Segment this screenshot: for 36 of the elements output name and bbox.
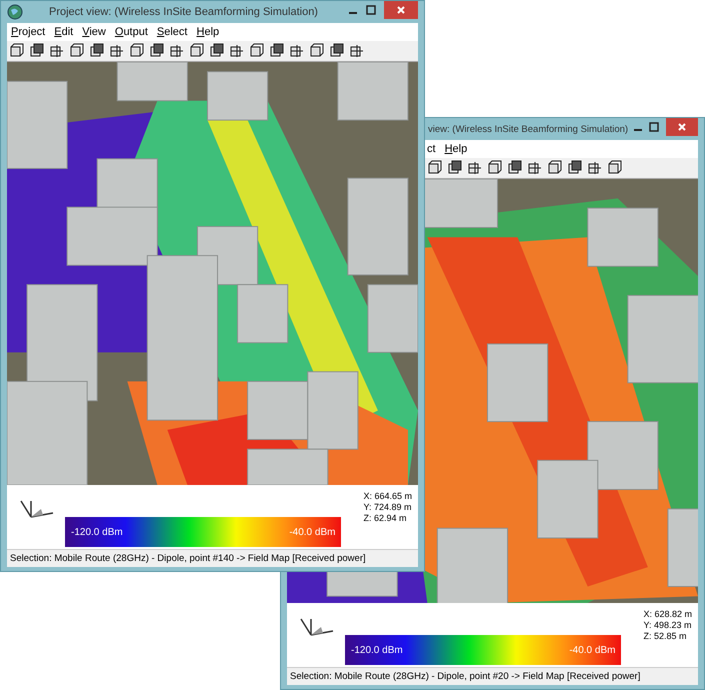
coordinate-readout: X: 628.82 m [643, 609, 692, 620]
menu-item[interactable]: ct [427, 143, 436, 155]
coordinate-readout: Y: 724.89 m [363, 502, 412, 513]
window-title: view: (Wireless InSite Beamforming Simulation) [428, 124, 628, 134]
menu-item[interactable]: Select [156, 26, 188, 38]
menu-item[interactable]: Help [444, 143, 468, 155]
status-text: Selection: Mobile Route (28GHz) - Dipole, point #140 -> Field Map [Received power] [10, 553, 366, 564]
coordinate-readout: X: 664.65 m [363, 491, 412, 502]
cube-outline-icon[interactable] [9, 43, 25, 59]
close-icon [677, 122, 687, 132]
maximize-icon[interactable] [649, 122, 659, 132]
building [207, 71, 268, 121]
close-icon [396, 5, 406, 15]
window-title: Project view: (Wireless InSite Beamforming Simulation) [48, 6, 319, 18]
menu-item[interactable]: Help [196, 26, 220, 38]
menu-item[interactable]: Output [114, 26, 148, 38]
building [587, 208, 658, 267]
close-button[interactable] [666, 118, 698, 136]
close-button[interactable] [384, 1, 418, 19]
menu-item[interactable]: Edit [54, 26, 74, 38]
building [247, 380, 308, 440]
scale-max-label: -40.0 dBm [289, 526, 336, 538]
maximize-icon[interactable] [366, 5, 376, 15]
building [237, 284, 288, 344]
coordinate-readout: Z: 62.94 m [363, 513, 408, 524]
building [367, 284, 418, 353]
scale-min-label: -120.0 dBm [351, 644, 403, 656]
globe-icon [7, 4, 23, 20]
scale-max-label: -40.0 dBm [569, 644, 616, 656]
menu-item[interactable]: Project [11, 26, 46, 38]
coordinate-readout: Z: 52.85 m [643, 631, 688, 642]
menu-item[interactable]: View [82, 26, 106, 38]
scale-min-label: -120.0 dBm [71, 526, 123, 538]
coordinate-readout: Y: 498.23 m [643, 620, 692, 631]
building [587, 421, 658, 490]
status-text: Selection: Mobile Route (28GHz) - Dipole, point #20 -> Field Map [Received power] [290, 671, 640, 682]
